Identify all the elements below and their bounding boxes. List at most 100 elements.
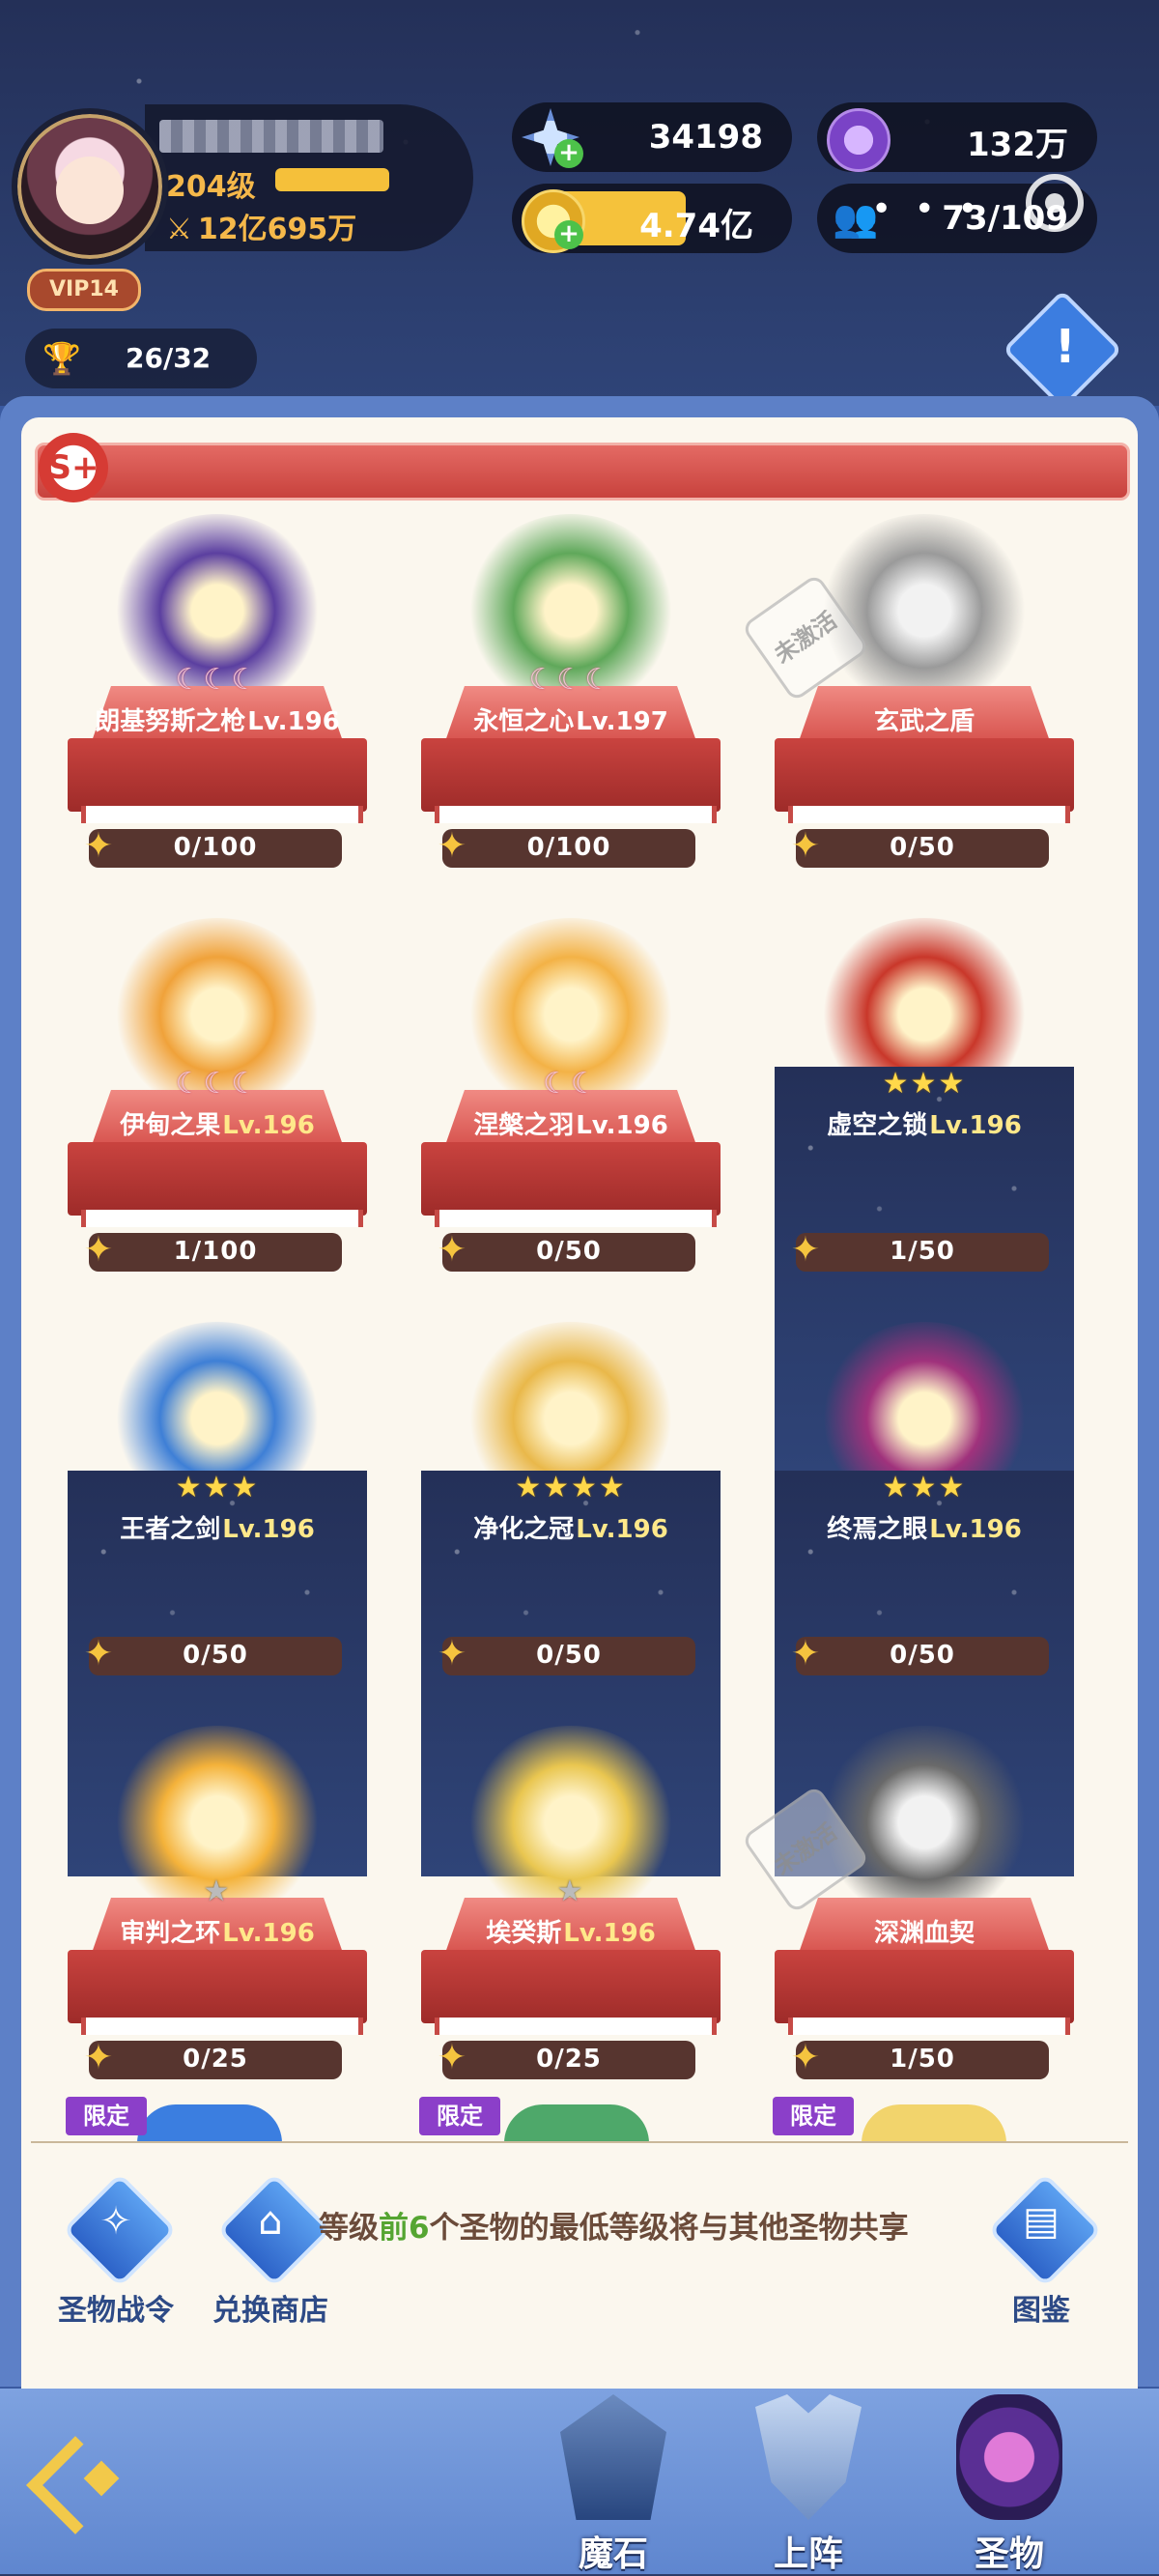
collection-label[interactable]: 图鉴	[954, 2286, 1128, 2329]
relic-name-text: 深渊血契	[873, 1919, 975, 1948]
deploy-icon	[755, 2394, 862, 2520]
nav-magic-stone[interactable]: 魔石	[541, 2394, 686, 2574]
pedestal-front	[421, 1142, 721, 1216]
fragment-counter: ✦ 0/50	[791, 826, 1049, 868]
battle-pass-button[interactable]: ✧	[62, 2172, 178, 2288]
relic-pedestal: ★★★ 王者之剑Lv.196	[68, 1471, 367, 1876]
nav-relic-label: 圣物	[974, 2534, 1044, 2574]
relic-name: 终焉之眼Lv.196	[775, 1509, 1074, 1545]
relic-name-text: 永恒之心	[473, 707, 575, 736]
divider	[31, 2141, 1128, 2143]
relic-card[interactable]: ★★★★ 净化之冠Lv.196 ✦ 0/50	[411, 1322, 730, 1876]
book-icon: ▤	[1023, 2199, 1060, 2244]
next-row-peek-2	[504, 2104, 649, 2143]
pedestal-front	[68, 1142, 367, 1216]
relic-level: Lv.196	[222, 1111, 315, 1140]
limited-tag: 限定	[66, 2097, 147, 2135]
pedestal-front	[775, 1950, 1074, 2023]
pedestal-legs	[81, 2018, 363, 2035]
relic-level: Lv.196	[929, 1111, 1022, 1140]
fragment-counter: ✦ 0/50	[438, 1230, 695, 1272]
trophy-icon: 🏆	[42, 340, 81, 377]
exchange-shop-button[interactable]: ⌂	[216, 2172, 332, 2288]
relic-name-text: 净化之冠	[473, 1515, 575, 1544]
relic-name-text: 玄武之盾	[873, 707, 975, 736]
relic-name: 王者之剑Lv.196	[68, 1509, 367, 1545]
fragment-value: 0/50	[890, 833, 955, 862]
fragment-value: 0/100	[526, 833, 611, 862]
tier-badge: S+	[39, 433, 108, 502]
relic-card[interactable]: ★★★ 王者之剑Lv.196 ✦ 0/50	[58, 1322, 377, 1876]
purple-currency-resource[interactable]: 132万	[817, 102, 1097, 172]
fragment-value: 0/50	[536, 1237, 602, 1266]
fragment-counter: ✦ 0/100	[84, 826, 342, 868]
gold-resource[interactable]: + 4.74亿	[512, 184, 792, 253]
footer-area	[21, 2145, 1138, 2389]
battle-pass-label[interactable]: 圣物战令	[29, 2286, 203, 2329]
relic-name: 玄武之盾	[775, 701, 1074, 737]
relic-name-text: 涅槃之羽	[473, 1111, 575, 1140]
player-avatar[interactable]	[12, 108, 168, 265]
level-share-hint: 等级前6个圣物的最低等级将与其他圣物共享	[319, 2203, 909, 2247]
relic-card[interactable]: ★★★ 终焉之眼Lv.196 ✦ 0/50	[765, 1322, 1084, 1876]
relic-pedestal: ☾☾☾ 朗基努斯之枪Lv.196	[68, 663, 367, 823]
pedestal-legs	[435, 1210, 717, 1227]
relic-name: 朗基努斯之枪Lv.196	[68, 701, 367, 737]
relic-name: 虚空之锁Lv.196	[775, 1105, 1074, 1141]
relic-icon	[956, 2394, 1062, 2520]
relic-level: Lv.196	[222, 1919, 315, 1948]
exclamation-icon: !	[1054, 320, 1076, 375]
diamond-resource[interactable]: + 34198	[512, 102, 792, 172]
pedestal-legs	[788, 806, 1070, 823]
pedestal-front	[68, 738, 367, 812]
collection-button[interactable]: ▤	[987, 2172, 1103, 2288]
back-button[interactable]	[21, 2421, 137, 2537]
relic-level: Lv.196	[222, 1515, 315, 1544]
fragment-value: 0/100	[173, 833, 258, 862]
combat-power-value: 12亿695万	[197, 213, 357, 246]
swords-icon: ⚔	[166, 213, 192, 246]
relic-name: 审判之环Lv.196	[68, 1913, 367, 1949]
relic-level: Lv.196	[563, 1919, 656, 1948]
nav-deploy[interactable]: 上阵	[736, 2394, 881, 2574]
relic-pedestal: ★★★★ 净化之冠Lv.196	[421, 1471, 721, 1876]
relic-name-text: 终焉之眼	[827, 1515, 928, 1544]
add-diamond-icon[interactable]: +	[554, 139, 583, 168]
fragment-counter: ✦ 1/100	[84, 1230, 342, 1272]
relic-card[interactable]: ☾☾☾ 永恒之心Lv.197 ✦ 0/100	[411, 514, 730, 901]
relic-panel: S+ ☾☾☾ 朗基努斯之枪Lv.196 ✦ 0/100 ☾☾☾ 永恒之心Lv.197 ✦ 0/…	[21, 417, 1138, 2389]
fragment-counter: ✦ 0/50	[438, 1634, 695, 1675]
add-gold-icon[interactable]: +	[554, 220, 583, 249]
star-rank-icon: ★	[556, 1875, 585, 1908]
pedestal-front	[68, 1950, 367, 2023]
trophy-counter[interactable]: 🏆 26/32	[25, 329, 257, 388]
nav-magic-stone-label: 魔石	[578, 2534, 648, 2574]
pedestal-front	[421, 1950, 721, 2023]
level-share-highlight: 前6	[379, 2211, 430, 2246]
relic-card[interactable]: ☾☾ 涅槃之羽Lv.196 ✦ 0/50	[411, 918, 730, 1304]
relic-card[interactable]: ★ 埃癸斯Lv.196 ✦ 0/25	[411, 1726, 730, 2112]
relic-card[interactable]: ☾☾☾ 朗基努斯之枪Lv.196 ✦ 0/100	[58, 514, 377, 901]
relic-card[interactable]: ★ 审判之环Lv.196 ✦ 0/25	[58, 1726, 377, 2112]
relic-name: 永恒之心Lv.197	[421, 701, 721, 737]
fragment-counter: ✦ 0/50	[791, 1634, 1049, 1675]
relic-pedestal: ☾☾☾ 伊甸之果Lv.196	[68, 1067, 367, 1227]
purple-coin-icon	[827, 108, 890, 172]
relic-pedestal: 深渊血契	[775, 1898, 1074, 2035]
relic-card[interactable]: ☾☾☾ 伊甸之果Lv.196 ✦ 1/100	[58, 918, 377, 1304]
pedestal-legs	[788, 2018, 1070, 2035]
relic-name-text: 审判之环	[120, 1919, 221, 1948]
relic-card[interactable]: 玄武之盾 ✦ 0/50 未激活	[741, 514, 1084, 901]
moon-rank-icon: ☾☾☾	[175, 1067, 260, 1101]
relic-card[interactable]: ★★★ 虚空之锁Lv.196 ✦ 1/50	[765, 918, 1084, 1473]
combat-power: ⚔ 12亿695万	[166, 205, 356, 247]
pedestal-legs	[435, 2018, 717, 2035]
player-level: 204级	[166, 170, 256, 204]
exchange-shop-label[interactable]: 兑换商店	[184, 2286, 357, 2329]
vip-badge[interactable]: VIP14	[27, 269, 141, 311]
relic-card[interactable]: 深渊血契 ✦ 1/50 未激活	[741, 1726, 1084, 2112]
nav-relic[interactable]: 圣物	[937, 2394, 1082, 2574]
fragment-counter: ✦ 0/50	[84, 1634, 342, 1675]
target-icon[interactable]	[1026, 174, 1084, 232]
pedestal-legs	[435, 806, 717, 823]
